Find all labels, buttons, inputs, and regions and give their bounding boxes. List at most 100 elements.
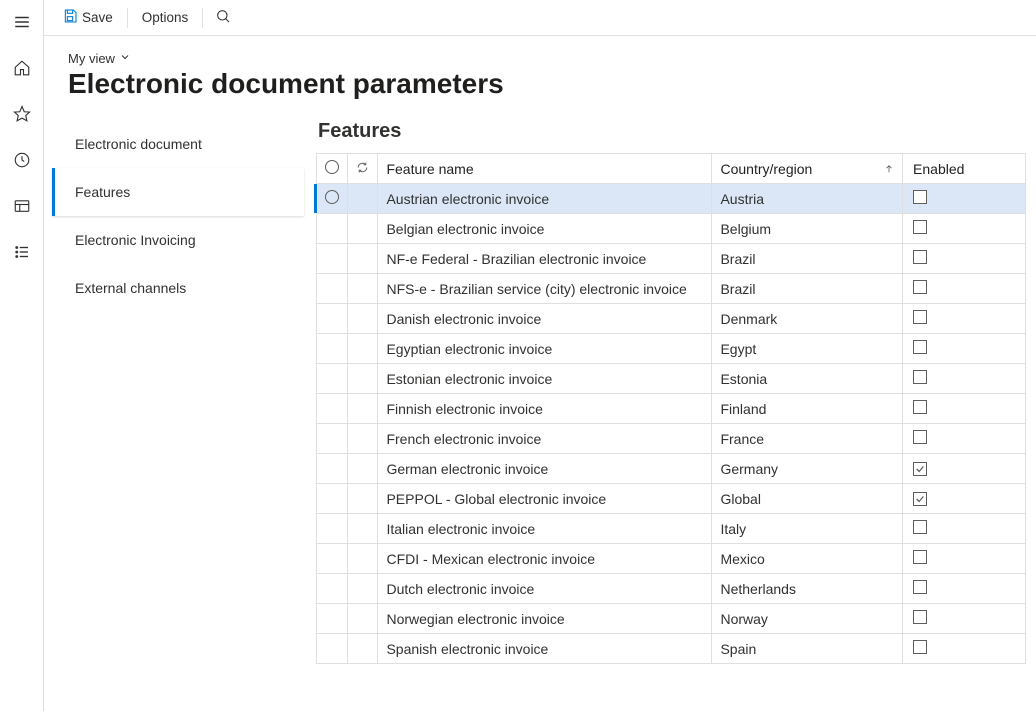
row-select-cell[interactable] — [317, 604, 348, 634]
cell-country-region[interactable]: Global — [712, 484, 903, 514]
cell-country-region[interactable]: France — [712, 424, 903, 454]
cell-country-region[interactable]: Norway — [712, 604, 903, 634]
row-select-cell[interactable] — [317, 544, 348, 574]
table-row[interactable]: Belgian electronic invoiceBelgium — [317, 214, 1026, 244]
row-select-cell[interactable] — [317, 184, 348, 214]
table-row[interactable]: Italian electronic invoiceItaly — [317, 514, 1026, 544]
table-row[interactable]: German electronic invoiceGermany — [317, 454, 1026, 484]
enabled-checkbox[interactable] — [913, 370, 927, 384]
modules-icon[interactable] — [6, 236, 38, 268]
table-row[interactable]: Spanish electronic invoiceSpain — [317, 634, 1026, 664]
cell-enabled[interactable] — [903, 274, 1026, 304]
table-row[interactable]: NF-e Federal - Brazilian electronic invo… — [317, 244, 1026, 274]
tab-features[interactable]: Features — [52, 168, 304, 216]
cell-country-region[interactable]: Brazil — [712, 274, 903, 304]
enabled-checkbox[interactable] — [913, 640, 927, 654]
cell-feature-name[interactable]: Austrian electronic invoice — [378, 184, 712, 214]
cell-feature-name[interactable]: Norwegian electronic invoice — [378, 604, 712, 634]
cell-feature-name[interactable]: Belgian electronic invoice — [378, 214, 712, 244]
select-all-header[interactable] — [317, 154, 348, 184]
cell-enabled[interactable] — [903, 184, 1026, 214]
cell-enabled[interactable] — [903, 334, 1026, 364]
cell-enabled[interactable] — [903, 574, 1026, 604]
cell-feature-name[interactable]: Finnish electronic invoice — [378, 394, 712, 424]
enabled-checkbox[interactable] — [913, 220, 927, 234]
row-select-cell[interactable] — [317, 394, 348, 424]
cell-enabled[interactable] — [903, 604, 1026, 634]
cell-enabled[interactable] — [903, 634, 1026, 664]
row-select-cell[interactable] — [317, 334, 348, 364]
table-row[interactable]: CFDI - Mexican electronic invoiceMexico — [317, 544, 1026, 574]
cell-feature-name[interactable]: PEPPOL - Global electronic invoice — [378, 484, 712, 514]
table-row[interactable]: Dutch electronic invoiceNetherlands — [317, 574, 1026, 604]
table-row[interactable]: NFS-e - Brazilian service (city) electro… — [317, 274, 1026, 304]
row-select-cell[interactable] — [317, 454, 348, 484]
table-row[interactable]: Finnish electronic invoiceFinland — [317, 394, 1026, 424]
enabled-checkbox[interactable] — [913, 462, 927, 476]
home-icon[interactable] — [6, 52, 38, 84]
cell-enabled[interactable] — [903, 364, 1026, 394]
enabled-checkbox[interactable] — [913, 340, 927, 354]
cell-country-region[interactable]: Italy — [712, 514, 903, 544]
row-select-cell[interactable] — [317, 514, 348, 544]
recent-icon[interactable] — [6, 144, 38, 176]
cell-feature-name[interactable]: French electronic invoice — [378, 424, 712, 454]
col-feature-name[interactable]: Feature name — [378, 154, 712, 184]
table-row[interactable]: French electronic invoiceFrance — [317, 424, 1026, 454]
options-button[interactable]: Options — [134, 6, 197, 29]
cell-feature-name[interactable]: Egyptian electronic invoice — [378, 334, 712, 364]
star-icon[interactable] — [6, 98, 38, 130]
row-select-cell[interactable] — [317, 244, 348, 274]
cell-feature-name[interactable]: CFDI - Mexican electronic invoice — [378, 544, 712, 574]
cell-country-region[interactable]: Denmark — [712, 304, 903, 334]
enabled-checkbox[interactable] — [913, 310, 927, 324]
enabled-checkbox[interactable] — [913, 580, 927, 594]
view-selector[interactable]: My view — [68, 51, 131, 66]
row-select-cell[interactable] — [317, 424, 348, 454]
col-country-region[interactable]: Country/region — [712, 154, 903, 184]
row-select-cell[interactable] — [317, 214, 348, 244]
cell-feature-name[interactable]: Spanish electronic invoice — [378, 634, 712, 664]
cell-feature-name[interactable]: NF-e Federal - Brazilian electronic invo… — [378, 244, 712, 274]
cell-enabled[interactable] — [903, 514, 1026, 544]
cell-enabled[interactable] — [903, 484, 1026, 514]
cell-feature-name[interactable]: Italian electronic invoice — [378, 514, 712, 544]
tab-external-channels[interactable]: External channels — [52, 264, 304, 312]
row-select-cell[interactable] — [317, 274, 348, 304]
cell-feature-name[interactable]: Estonian electronic invoice — [378, 364, 712, 394]
cell-feature-name[interactable]: German electronic invoice — [378, 454, 712, 484]
cell-feature-name[interactable]: Danish electronic invoice — [378, 304, 712, 334]
cell-enabled[interactable] — [903, 214, 1026, 244]
table-row[interactable]: Estonian electronic invoiceEstonia — [317, 364, 1026, 394]
enabled-checkbox[interactable] — [913, 610, 927, 624]
enabled-checkbox[interactable] — [913, 250, 927, 264]
row-select-cell[interactable] — [317, 304, 348, 334]
table-row[interactable]: Egyptian electronic invoiceEgypt — [317, 334, 1026, 364]
enabled-checkbox[interactable] — [913, 550, 927, 564]
table-row[interactable]: Danish electronic invoiceDenmark — [317, 304, 1026, 334]
cell-enabled[interactable] — [903, 544, 1026, 574]
table-row[interactable]: Austrian electronic invoiceAustria — [317, 184, 1026, 214]
cell-enabled[interactable] — [903, 304, 1026, 334]
table-row[interactable]: Norwegian electronic invoiceNorway — [317, 604, 1026, 634]
tab-electronic-invoicing[interactable]: Electronic Invoicing — [52, 216, 304, 264]
cell-country-region[interactable]: Finland — [712, 394, 903, 424]
cell-country-region[interactable]: Spain — [712, 634, 903, 664]
enabled-checkbox[interactable] — [913, 280, 927, 294]
cell-country-region[interactable]: Netherlands — [712, 574, 903, 604]
refresh-header[interactable] — [347, 154, 378, 184]
cell-country-region[interactable]: Egypt — [712, 334, 903, 364]
cell-country-region[interactable]: Germany — [712, 454, 903, 484]
workspaces-icon[interactable] — [6, 190, 38, 222]
tab-electronic-document[interactable]: Electronic document — [52, 120, 304, 168]
cell-country-region[interactable]: Austria — [712, 184, 903, 214]
hamburger-icon[interactable] — [6, 6, 38, 38]
enabled-checkbox[interactable] — [913, 400, 927, 414]
cell-country-region[interactable]: Brazil — [712, 244, 903, 274]
cell-country-region[interactable]: Estonia — [712, 364, 903, 394]
save-button[interactable]: Save — [54, 4, 121, 31]
cell-feature-name[interactable]: NFS-e - Brazilian service (city) electro… — [378, 274, 712, 304]
row-select-cell[interactable] — [317, 574, 348, 604]
table-row[interactable]: PEPPOL - Global electronic invoiceGlobal — [317, 484, 1026, 514]
enabled-checkbox[interactable] — [913, 520, 927, 534]
